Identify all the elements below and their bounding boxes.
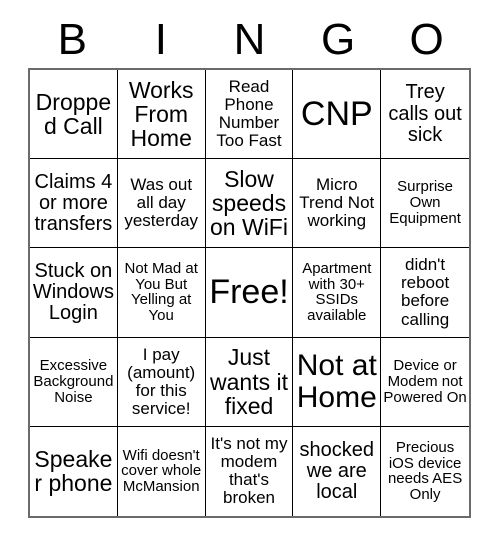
bingo-cell-o1[interactable]: Trey calls out sick <box>381 70 469 160</box>
bingo-cell-n2[interactable]: Slow speeds on WiFi <box>205 159 294 249</box>
bingo-cell-text: Device or Modem not Powered On <box>383 356 467 406</box>
bingo-cell-text: Not Mad at You But Yelling at You <box>124 259 198 325</box>
bingo-cell-b5[interactable]: Speaker phone <box>30 426 118 516</box>
header-letter-i: I <box>154 15 167 64</box>
bingo-cell-o4[interactable]: Device or Modem not Powered On <box>381 337 469 427</box>
bingo-cell-text: Slow speeds on WiFi <box>210 165 288 241</box>
bingo-cell-text: I pay (amount) for this service! <box>127 344 196 418</box>
bingo-cell-text: Dropped Call <box>35 88 112 140</box>
bingo-cell-i4[interactable]: I pay (amount) for this service! <box>117 337 206 427</box>
bingo-header-row: B I N G O <box>28 12 471 68</box>
bingo-cell-text: shocked we are local <box>299 438 375 503</box>
header-letter-b: B <box>57 15 87 64</box>
bingo-cell-n4[interactable]: Just wants it fixed <box>205 337 294 427</box>
bingo-cell-b4[interactable]: Excessive Background Noise <box>30 337 118 427</box>
bingo-cell-b3[interactable]: Stuck on Windows Login <box>30 248 118 338</box>
bingo-cell-text: CNP <box>300 95 373 134</box>
bingo-cell-b2[interactable]: Claims 4 or more transfers <box>30 159 118 249</box>
bingo-cell-g2[interactable]: Micro Trend Not working <box>293 159 382 249</box>
bingo-cell-o5[interactable]: Precious iOS device needs AES Only <box>381 426 469 516</box>
bingo-cell-text: Read Phone Number Too Fast <box>216 77 282 151</box>
bingo-cell-text: Apartment with 30+ SSIDs available <box>302 259 372 325</box>
bingo-cell-free-space[interactable]: Free! <box>205 248 294 338</box>
bingo-cell-o3[interactable]: didn't reboot before calling <box>381 248 469 338</box>
bingo-cell-text: Was out all day yesterday <box>124 175 199 231</box>
bingo-cell-text: Surprise Own Equipment <box>389 178 461 228</box>
bingo-cell-text: It's not my modem that's broken <box>210 434 288 508</box>
bingo-cell-text: Stuck on Windows Login <box>32 259 114 325</box>
bingo-cell-text: Trey calls out sick <box>388 81 462 146</box>
bingo-cell-g5[interactable]: shocked we are local <box>293 426 382 516</box>
header-letter-o: O <box>409 15 444 64</box>
bingo-cell-i1[interactable]: Works From Home <box>117 70 206 160</box>
bingo-cell-text: Wifi doesn't cover whole McMansion <box>121 446 202 496</box>
header-letter-g: G <box>320 15 356 64</box>
bingo-cell-text: Excessive Background Noise <box>33 356 114 406</box>
bingo-cell-g3[interactable]: Apartment with 30+ SSIDs available <box>293 248 382 338</box>
bingo-cell-text: didn't reboot before calling <box>400 255 450 329</box>
bingo-cell-text: Claims 4 or more transfers <box>34 170 113 235</box>
header-letter-n: N <box>233 15 266 64</box>
bingo-cell-i3[interactable]: Not Mad at You But Yelling at You <box>117 248 206 338</box>
bingo-cell-text: Micro Trend Not working <box>299 175 375 231</box>
bingo-cell-n1[interactable]: Read Phone Number Too Fast <box>205 70 294 160</box>
bingo-cell-b1[interactable]: Dropped Call <box>30 70 118 160</box>
bingo-cell-text: Works From Home <box>128 76 194 152</box>
bingo-cell-text: Precious iOS device needs AES Only <box>387 438 463 504</box>
bingo-cell-text: Just wants it fixed <box>210 344 288 419</box>
bingo-cell-o2[interactable]: Surprise Own Equipment <box>381 159 469 249</box>
bingo-card: B I N G O Dropped Call Works From Home R… <box>0 0 500 544</box>
bingo-cell-text: Free! <box>209 273 289 312</box>
bingo-grid: Dropped Call Works From Home Read Phone … <box>28 68 471 518</box>
bingo-cell-i5[interactable]: Wifi doesn't cover whole McMansion <box>117 426 206 516</box>
bingo-cell-g1[interactable]: CNP <box>293 70 382 160</box>
bingo-cell-i2[interactable]: Was out all day yesterday <box>117 159 206 249</box>
bingo-cell-text: Speaker phone <box>34 446 113 497</box>
bingo-cell-n5[interactable]: It's not my modem that's broken <box>205 426 294 516</box>
bingo-cell-g4[interactable]: Not at Home <box>293 337 382 427</box>
bingo-cell-text: Not at Home <box>296 348 377 414</box>
